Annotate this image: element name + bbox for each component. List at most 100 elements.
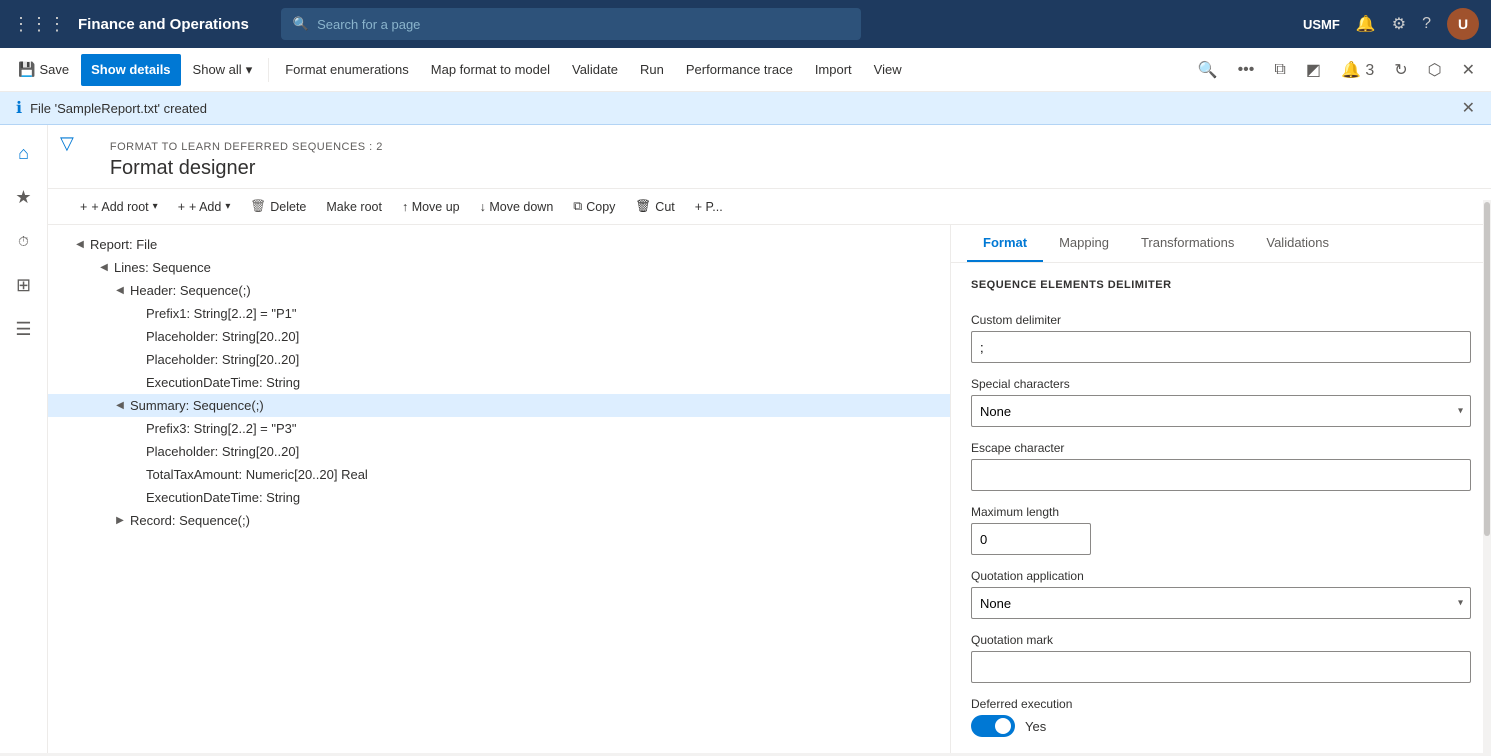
cut-icon: 🗑 <box>635 199 651 214</box>
tree-item-execdate1[interactable]: ExecutionDateTime: String <box>48 371 950 394</box>
view-button[interactable]: View <box>864 54 912 86</box>
special-characters-select[interactable]: None Tab Newline <box>971 395 1471 427</box>
notification-badge: 3 <box>1365 62 1374 79</box>
tree-item-execdate2[interactable]: ExecutionDateTime: String <box>48 486 950 509</box>
copy-icon: ⧉ <box>573 199 582 214</box>
deferred-execution-label: Deferred execution <box>971 697 1471 711</box>
custom-delimiter-input[interactable] <box>971 331 1471 363</box>
filter-icon-container: ▽ <box>48 125 86 162</box>
maximum-length-input[interactable] <box>971 523 1091 555</box>
format-enumerations-button[interactable]: Format enumerations <box>275 54 419 86</box>
search-bar: 🔍 <box>281 8 861 40</box>
tree-chevron: ◀ <box>72 239 88 250</box>
main-layout: ⌂ ★ ⏱ ⊞ ☰ ▽ FORMAT TO LEARN DEFERRED SEQ… <box>0 125 1491 753</box>
page-header: FORMAT TO LEARN DEFERRED SEQUENCES : 2 F… <box>86 125 1491 188</box>
tree-item-summary-sequence[interactable]: ◀ Summary: Sequence(;) <box>48 394 950 417</box>
tree-item-placeholder3[interactable]: Placeholder: String[20..20] <box>48 440 950 463</box>
left-sidebar: ⌂ ★ ⏱ ⊞ ☰ <box>0 125 48 753</box>
validate-button[interactable]: Validate <box>562 54 628 86</box>
add-root-button[interactable]: + + Add root ▾ <box>72 196 166 218</box>
add-chevron: ▾ <box>225 201 230 212</box>
settings-icon[interactable]: ⚙ <box>1392 14 1406 34</box>
show-details-button[interactable]: Show details <box>81 54 180 86</box>
sidebar-icon-recent[interactable]: ⏱ <box>4 221 44 261</box>
maximum-length-field: Maximum length <box>971 505 1471 555</box>
show-all-button[interactable]: Show all ▾ <box>183 54 263 86</box>
toolbar-close-icon[interactable]: ✕ <box>1454 56 1483 84</box>
escape-character-input[interactable] <box>971 459 1471 491</box>
top-nav: ⋮⋮⋮ Finance and Operations 🔍 USMF 🔔 ⚙ ? … <box>0 0 1491 48</box>
tree-item-header-sequence[interactable]: ◀ Header: Sequence(;) <box>48 279 950 302</box>
quotation-mark-input[interactable] <box>971 651 1471 683</box>
more-button[interactable]: + P... <box>687 196 731 218</box>
tree-chevron: ▶ <box>112 515 128 526</box>
deferred-execution-value: Yes <box>1025 719 1046 734</box>
scrollbar[interactable] <box>1483 225 1491 753</box>
add-root-icon: + <box>80 200 87 214</box>
add-button[interactable]: + + Add ▾ <box>170 196 239 218</box>
delete-button[interactable]: 🗑 Delete <box>242 195 314 218</box>
performance-trace-button[interactable]: Performance trace <box>676 54 803 86</box>
toolbar-puzzle-icon[interactable]: ⧉ <box>1266 57 1293 83</box>
tab-validations[interactable]: Validations <box>1250 225 1345 262</box>
tree-item-prefix3[interactable]: Prefix3: String[2..2] = "P3" <box>48 417 950 440</box>
special-characters-field: Special characters None Tab Newline ▾ <box>971 377 1471 427</box>
toolbar-search-icon[interactable]: 🔍 <box>1190 56 1226 84</box>
run-button[interactable]: Run <box>630 54 674 86</box>
map-format-button[interactable]: Map format to model <box>421 54 560 86</box>
quotation-mark-label: Quotation mark <box>971 633 1471 647</box>
special-characters-label: Special characters <box>971 377 1471 391</box>
add-root-chevron: ▾ <box>153 201 158 212</box>
tree-item-prefix1[interactable]: Prefix1: String[2..2] = "P1" <box>48 302 950 325</box>
tab-format[interactable]: Format <box>967 225 1043 262</box>
make-root-button[interactable]: Make root <box>318 196 390 218</box>
tree-item-record-sequence[interactable]: ▶ Record: Sequence(;) <box>48 509 950 532</box>
move-up-button[interactable]: ↑ Move up <box>394 196 468 218</box>
import-button[interactable]: Import <box>805 54 862 86</box>
cut-button[interactable]: 🗑 Cut <box>627 195 682 218</box>
username-label: USMF <box>1303 17 1340 32</box>
tree-item-placeholder1[interactable]: Placeholder: String[20..20] <box>48 325 950 348</box>
quotation-application-select[interactable]: None Single Double <box>971 587 1471 619</box>
filter-icon[interactable]: ▽ <box>60 133 74 154</box>
tree-item-report-file[interactable]: ◀ Report: File <box>48 233 950 256</box>
toolbar-refresh-icon[interactable]: ↻ <box>1386 56 1415 84</box>
sidebar-icon-home[interactable]: ⌂ <box>4 133 44 173</box>
right-panel-content: SEQUENCE ELEMENTS DELIMITER Custom delim… <box>951 263 1491 753</box>
delete-icon: 🗑 <box>250 199 266 214</box>
toolbar-badge-icon[interactable]: 🔔 3 <box>1333 56 1382 84</box>
toolbar-open-icon[interactable]: ⬡ <box>1420 56 1450 84</box>
tree-item-totaltax[interactable]: TotalTaxAmount: Numeric[20..20] Real <box>48 463 950 486</box>
info-icon: ℹ <box>16 98 22 118</box>
tree-item-placeholder2[interactable]: Placeholder: String[20..20] <box>48 348 950 371</box>
toolbar-more-icon[interactable]: ••• <box>1230 57 1263 83</box>
right-panel-tabs: Format Mapping Transformations Validatio… <box>951 225 1491 263</box>
custom-delimiter-field: Custom delimiter <box>971 313 1471 363</box>
app-title: Finance and Operations <box>78 16 249 33</box>
show-all-chevron: ▾ <box>246 62 253 78</box>
toolbar-separator-1 <box>268 58 269 82</box>
sidebar-icon-workspace[interactable]: ⊞ <box>4 265 44 305</box>
deferred-execution-toggle[interactable] <box>971 715 1015 737</box>
copy-button[interactable]: ⧉ Copy <box>565 195 623 218</box>
avatar[interactable]: U <box>1447 8 1479 40</box>
app-grid-icon[interactable]: ⋮⋮⋮ <box>12 14 66 35</box>
tree-chevron: ◀ <box>96 262 112 273</box>
tree-item-lines-sequence[interactable]: ◀ Lines: Sequence <box>48 256 950 279</box>
escape-character-field: Escape character <box>971 441 1471 491</box>
tab-mapping[interactable]: Mapping <box>1043 225 1125 262</box>
tab-transformations[interactable]: Transformations <box>1125 225 1250 262</box>
sidebar-icon-favorites[interactable]: ★ <box>4 177 44 217</box>
tree-chevron: ◀ <box>112 285 128 296</box>
notification-icon[interactable]: 🔔 <box>1356 14 1376 34</box>
sidebar-icon-list[interactable]: ☰ <box>4 309 44 349</box>
move-down-button[interactable]: ↓ Move down <box>472 196 562 218</box>
toolbar-office-icon[interactable]: ◩ <box>1298 56 1329 84</box>
search-input[interactable] <box>317 17 849 32</box>
info-close-button[interactable]: ✕ <box>1462 98 1475 118</box>
help-icon[interactable]: ? <box>1422 15 1431 33</box>
search-icon: 🔍 <box>293 16 309 32</box>
info-message: File 'SampleReport.txt' created <box>30 101 207 116</box>
save-button[interactable]: 💾 Save <box>8 54 79 86</box>
escape-character-label: Escape character <box>971 441 1471 455</box>
